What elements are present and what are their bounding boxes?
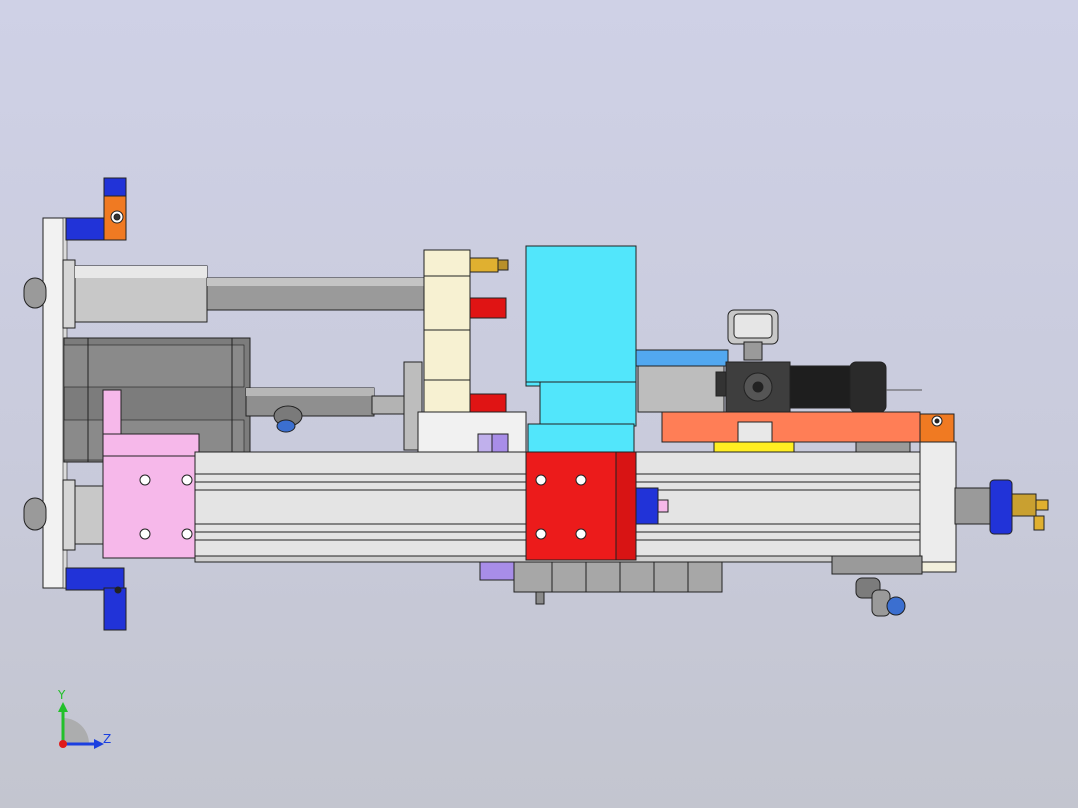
cyan-actuator-block — [525, 245, 637, 455]
lower-right-bracket — [831, 555, 923, 617]
z-axis-label: Z — [103, 732, 112, 746]
rail-end-cap — [919, 441, 1049, 573]
valve-manifold — [479, 561, 723, 605]
cream-valve-block — [423, 249, 509, 419]
x-axis-dot — [59, 740, 67, 748]
bottom-left-bracket — [65, 567, 127, 631]
cad-assembly-drawing[interactable] — [0, 0, 1078, 808]
top-left-bracket — [65, 177, 127, 241]
axis-triad — [58, 702, 104, 749]
top-guide-cylinder — [62, 259, 428, 329]
pressure-regulator — [715, 309, 922, 413]
white-sensor-bracket — [417, 411, 527, 453]
middle-cylinder-rod — [245, 361, 423, 451]
y-axis-label: Y — [58, 688, 66, 702]
y-axis-head — [58, 702, 68, 712]
cad-viewport[interactable]: Y Z — [0, 0, 1078, 808]
